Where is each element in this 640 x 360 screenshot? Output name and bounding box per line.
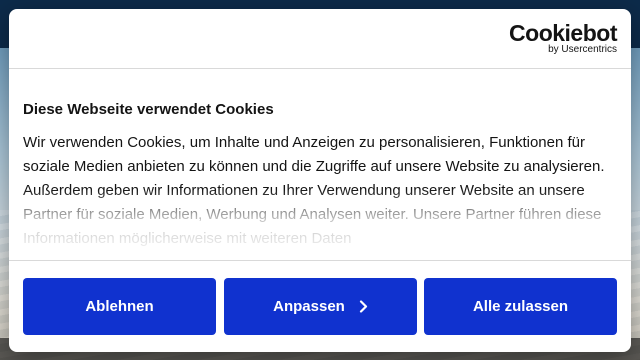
customize-button-label: Anpassen bbox=[273, 298, 345, 315]
dialog-body[interactable]: Diese Webseite verwendet Cookies Wir ver… bbox=[9, 69, 631, 259]
customize-button[interactable]: Anpassen bbox=[224, 278, 417, 335]
chevron-right-icon bbox=[359, 300, 368, 313]
dialog-title: Diese Webseite verwendet Cookies bbox=[23, 101, 274, 118]
dialog-description: Wir verwenden Cookies, um Inhalte und An… bbox=[23, 134, 605, 247]
cookiebot-logo: Cookiebot by Usercentrics bbox=[509, 21, 617, 56]
brand-name: Cookiebot bbox=[509, 20, 617, 46]
cookie-consent-dialog: Cookiebot by Usercentrics Diese Webseite… bbox=[9, 9, 631, 352]
dialog-footer: Ablehnen Anpassen Alle zulassen bbox=[9, 260, 631, 352]
allow-all-button-label: Alle zulassen bbox=[472, 298, 569, 315]
decline-button-label: Ablehnen bbox=[85, 298, 154, 315]
dialog-header: Cookiebot by Usercentrics bbox=[9, 9, 631, 69]
decline-button[interactable]: Ablehnen bbox=[23, 278, 216, 335]
allow-all-button[interactable]: Alle zulassen bbox=[424, 278, 617, 335]
